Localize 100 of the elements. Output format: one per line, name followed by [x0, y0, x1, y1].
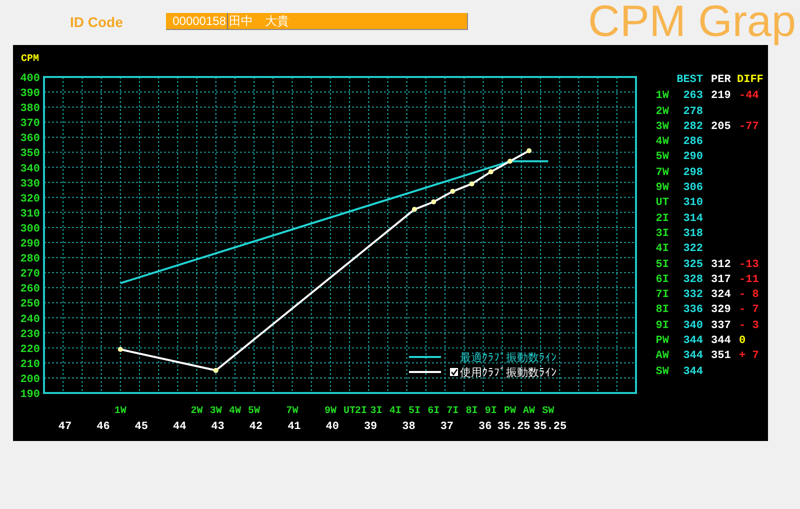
column-header: PER — [710, 73, 732, 88]
diff-value: -77 — [738, 120, 760, 135]
per-value: 329 — [710, 303, 732, 318]
best-value: 298 — [682, 166, 704, 181]
id-code-label: ID Code — [70, 13, 124, 32]
data-point — [507, 158, 512, 164]
x-axis-label: 3W — [210, 406, 222, 417]
per-value: 219 — [710, 89, 732, 104]
club-label: 9W — [654, 181, 669, 196]
length-label: 37 — [440, 421, 454, 433]
y-axis-label: 290 — [20, 238, 40, 251]
x-axis-label: 5I — [408, 406, 420, 417]
y-axis-label: 230 — [20, 328, 40, 341]
legend-label: 最適ｸﾗﾌﾞ振動数ﾗｲﾝ — [460, 351, 557, 364]
data-point — [450, 188, 456, 194]
y-axis-label: 320 — [20, 193, 40, 206]
diff-value: - 3 — [738, 318, 760, 334]
club-label: SW — [654, 364, 669, 380]
length-label: 38 — [402, 421, 416, 433]
club-label: PW — [654, 334, 669, 350]
club-label: 9I — [654, 318, 669, 334]
best-value: 344 — [682, 349, 704, 364]
club-label: 4I — [654, 242, 669, 258]
y-axis-label: 210 — [20, 358, 40, 371]
club-label: 2I — [654, 212, 669, 227]
per-value: 344 — [710, 334, 732, 350]
checkbox[interactable] — [450, 368, 458, 376]
y-axis-label: 260 — [20, 284, 40, 296]
best-value: 290 — [682, 150, 704, 166]
column-header: DIFF — [736, 73, 763, 88]
length-label: 44 — [172, 421, 186, 433]
y-axis-label: 200 — [20, 374, 40, 386]
data-point — [412, 206, 417, 212]
data-point — [526, 148, 532, 154]
y-axis-label: 390 — [20, 88, 40, 100]
page-title: CPM Grap — [588, 0, 796, 44]
id-field[interactable]: 00000158 田中 大貴 — [166, 13, 468, 30]
x-axis-label: 8I — [466, 406, 478, 417]
x-axis-label: SW — [542, 406, 554, 417]
length-label: 46 — [96, 421, 110, 433]
best-value: 332 — [682, 288, 704, 304]
diff-value: -11 — [738, 272, 760, 288]
per-value: 351 — [710, 349, 732, 364]
diff-value: -13 — [738, 258, 760, 273]
y-axis-label: 280 — [20, 254, 40, 266]
per-value: 317 — [710, 272, 732, 288]
length-label: 41 — [288, 421, 301, 433]
club-label: 3I — [654, 226, 669, 242]
x-axis-label: PW — [504, 406, 516, 417]
per-value: 312 — [710, 258, 732, 273]
club-label: 7I — [654, 288, 669, 304]
legend-line — [409, 356, 441, 358]
best-value: 344 — [682, 334, 704, 350]
diff-value: + 7 — [738, 349, 760, 364]
best-value: 286 — [682, 135, 704, 150]
best-value: 340 — [682, 318, 704, 334]
diff-value: - 7 — [738, 303, 760, 318]
diff-value: 0 — [738, 334, 747, 350]
best-value: 278 — [682, 104, 704, 120]
y-axis-label: 240 — [20, 314, 40, 326]
best-value: 310 — [682, 196, 704, 212]
y-axis-label: 310 — [20, 208, 40, 220]
best-value: 263 — [682, 89, 704, 104]
best-value: 336 — [682, 303, 704, 318]
best-value: 325 — [682, 258, 704, 273]
x-axis-label: 1W — [114, 406, 126, 417]
y-axis-label: 220 — [20, 344, 40, 356]
y-axis-label: 400 — [20, 73, 40, 85]
data-point — [431, 199, 436, 204]
x-axis-label: 7I — [446, 406, 459, 417]
column-header: BEST — [676, 73, 704, 88]
axis-title: CPM — [21, 54, 40, 65]
best-value: 314 — [682, 212, 704, 227]
x-axis-label: UT — [344, 406, 356, 417]
club-label: 6I — [654, 272, 669, 288]
club-label: UT — [654, 196, 669, 212]
length-label: 45 — [134, 421, 148, 433]
club-label: 5I — [654, 258, 669, 273]
club-label: 1W — [654, 89, 669, 104]
club-label: 7W — [654, 166, 669, 181]
y-axis-label: 250 — [20, 298, 40, 311]
per-value: 337 — [710, 318, 732, 334]
best-value: 318 — [682, 226, 704, 242]
club-label: 3W — [654, 120, 669, 135]
per-value: 205 — [710, 120, 732, 135]
club-label: 8I — [654, 303, 669, 318]
x-axis-label: 4W — [228, 406, 241, 417]
length-label: 43 — [211, 421, 224, 433]
y-axis-label: 370 — [20, 118, 40, 130]
y-axis-label: 330 — [20, 178, 40, 190]
y-axis-label: 360 — [20, 133, 40, 146]
length-label: 35.25 — [497, 421, 530, 433]
x-axis-label: 9W — [324, 406, 336, 417]
best-value: 328 — [682, 272, 704, 288]
length-label: 39 — [364, 421, 378, 433]
length-label: 36 — [478, 421, 492, 433]
x-axis-label: 4I — [389, 406, 402, 417]
x-axis-label: 9I — [484, 406, 497, 417]
x-axis-label: 2I — [355, 406, 368, 417]
data-point — [213, 368, 218, 373]
